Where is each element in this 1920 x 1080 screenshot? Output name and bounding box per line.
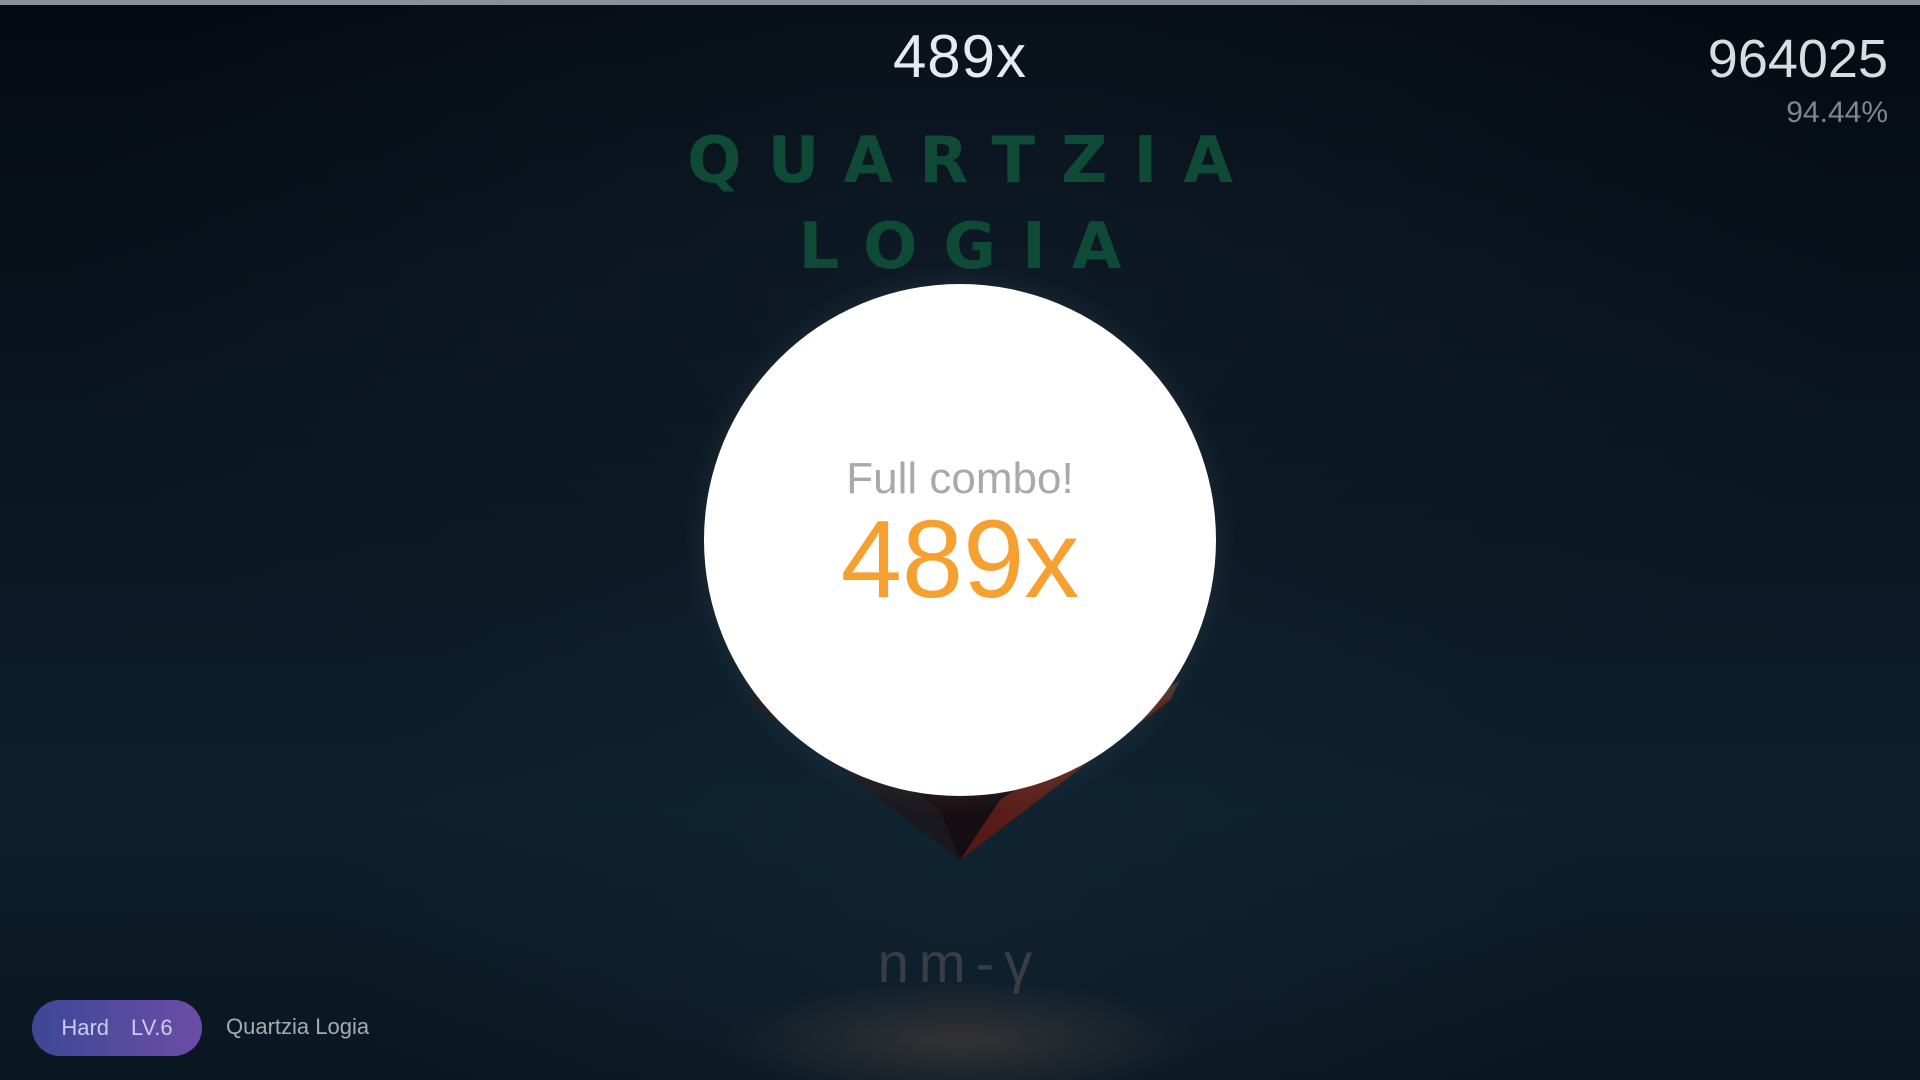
- full-combo-count: 489x: [840, 498, 1080, 621]
- top-border: [0, 0, 1920, 5]
- artist-artwork: nm-γ: [877, 931, 1043, 994]
- difficulty-badge: Hard LV.6: [32, 1000, 202, 1056]
- floor-glow: [720, 980, 1200, 1080]
- game-screen: QUARTZIA LOGIA nm-γ 489x 964025 94.44% F…: [0, 0, 1920, 1080]
- song-title-line1: QUARTZIA: [687, 124, 1259, 198]
- difficulty-label: Hard: [61, 1015, 110, 1040]
- level-label: LV.6: [131, 1015, 173, 1040]
- accuracy-display: 94.44%: [1786, 96, 1888, 129]
- song-title-line2: LOGIA: [798, 210, 1148, 284]
- score-display: 964025: [1707, 29, 1888, 89]
- combo-counter: 489x: [892, 23, 1028, 90]
- song-title-artwork: QUARTZIA LOGIA: [660, 118, 1260, 290]
- full-combo-popup: Full combo! 489x: [704, 284, 1216, 796]
- song-name-label: Quartzia Logia: [226, 1014, 370, 1039]
